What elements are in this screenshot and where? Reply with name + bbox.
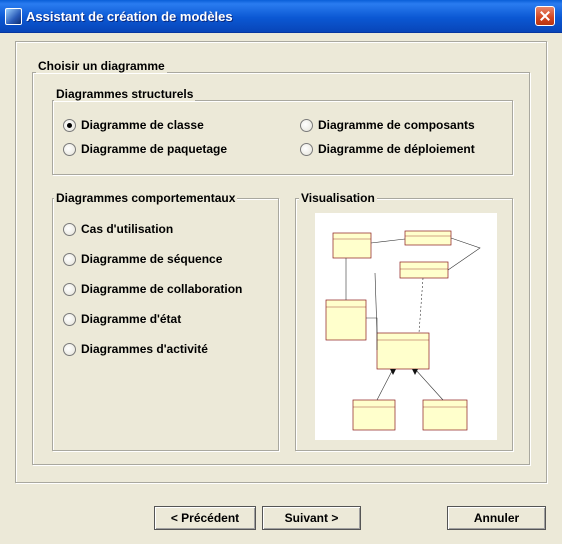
previous-button[interactable]: < Précédent (154, 506, 256, 530)
radio-label: Diagramme de séquence (81, 252, 223, 266)
behavioral-group-title: Diagrammes comportementaux (54, 191, 238, 205)
cancel-button[interactable]: Annuler (447, 506, 546, 530)
choose-group-title: Choisir un diagramme (36, 59, 167, 73)
radio-use-case[interactable]: Cas d'utilisation (63, 221, 173, 237)
radio-button[interactable] (63, 222, 76, 236)
radio-button[interactable] (63, 312, 76, 326)
close-button[interactable] (535, 6, 555, 26)
next-button[interactable]: Suivant > (262, 506, 361, 530)
radio-deployment-diagram[interactable]: Diagramme de déploiement (300, 141, 475, 157)
app-icon (5, 8, 22, 25)
title-bar[interactable]: Assistant de création de modèles (0, 0, 562, 33)
radio-button[interactable] (63, 142, 76, 156)
radio-label: Diagramme d'état (81, 312, 182, 326)
radio-class-diagram[interactable]: Diagramme de classe (63, 117, 204, 133)
radio-activity-diagram[interactable]: Diagrammes d'activité (63, 341, 208, 357)
radio-button[interactable] (63, 252, 76, 266)
structural-group-title: Diagrammes structurels (54, 87, 196, 101)
radio-state-diagram[interactable]: Diagramme d'état (63, 311, 181, 327)
radio-button[interactable] (63, 118, 76, 132)
radio-button[interactable] (63, 282, 76, 296)
radio-package-diagram[interactable]: Diagramme de paquetage (63, 141, 227, 157)
preview-group-title: Visualisation (299, 191, 377, 205)
structural-group (52, 100, 513, 175)
uml-class-diagram-thumbnail (325, 230, 481, 431)
radio-label: Diagramme de composants (318, 118, 475, 132)
radio-button[interactable] (300, 142, 313, 156)
radio-label: Diagramme de paquetage (81, 142, 228, 156)
radio-component-diagram[interactable]: Diagramme de composants (300, 117, 475, 133)
radio-collaboration-diagram[interactable]: Diagramme de collaboration (63, 281, 242, 297)
diagram-preview-image (315, 213, 497, 440)
radio-label: Diagrammes d'activité (81, 342, 208, 356)
radio-label: Diagramme de classe (81, 118, 204, 132)
radio-label: Diagramme de déploiement (318, 142, 475, 156)
radio-label: Diagramme de collaboration (81, 282, 243, 296)
radio-button[interactable] (300, 118, 313, 132)
radio-sequence-diagram[interactable]: Diagramme de séquence (63, 251, 222, 267)
window-title: Assistant de création de modèles (26, 9, 233, 24)
radio-label: Cas d'utilisation (81, 222, 174, 236)
radio-button[interactable] (63, 342, 76, 356)
